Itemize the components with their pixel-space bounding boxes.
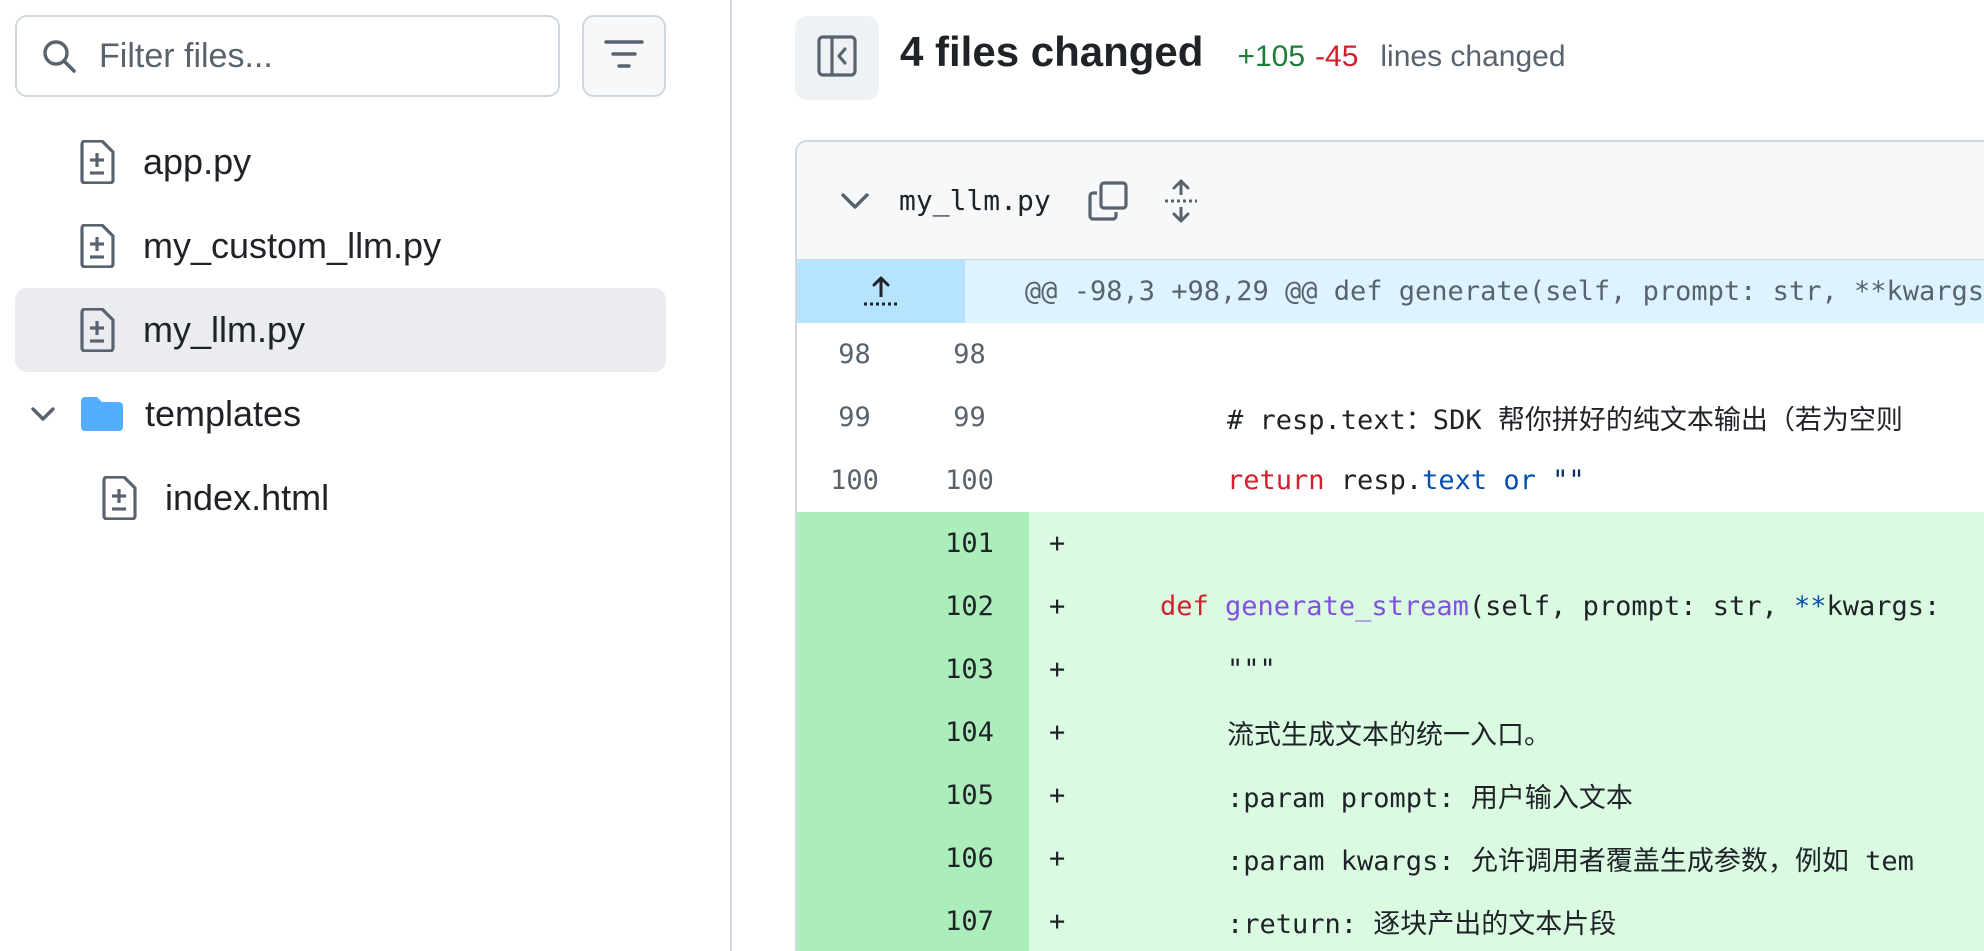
- new-line-number[interactable]: 105: [912, 780, 1027, 811]
- diff-sign: +: [1049, 717, 1066, 748]
- diff-line-context: 100 100 return resp.text or "": [797, 449, 1984, 512]
- new-line-number[interactable]: 101: [912, 528, 1027, 559]
- code-keyword-or: or: [1487, 465, 1553, 496]
- diff-filename[interactable]: my_llm.py: [899, 184, 1051, 217]
- expand-all-button[interactable]: [1161, 178, 1201, 224]
- code-params: (self, prompt: str,: [1468, 591, 1794, 622]
- diff-line-added: 106 + :param kwargs: 允许调用者覆盖生成参数，例如 tem: [797, 827, 1984, 890]
- diff-sign: +: [1049, 780, 1066, 811]
- additions-count: +105: [1237, 40, 1306, 73]
- diff-sign: +: [1049, 591, 1066, 622]
- file-diff-icon: [99, 475, 139, 521]
- hunk-header-text: @@ -98,3 +98,29 @@ def generate(self, pr…: [1024, 276, 1984, 307]
- folder-icon: [79, 394, 125, 434]
- new-line-number[interactable]: 104: [912, 717, 1027, 748]
- new-line-number[interactable]: 99: [912, 402, 1027, 433]
- diff-line-added: 101 +: [797, 512, 1984, 575]
- code-keyword: return: [1227, 465, 1325, 496]
- file-diff-panel: my_llm.py @@ -98,3 +98,29 @@ def generat…: [795, 140, 1984, 951]
- old-line-number[interactable]: 99: [797, 402, 912, 433]
- diff-line-added: 105 + :param prompt: 用户输入文本: [797, 764, 1984, 827]
- diff-line-added: 103 + """: [797, 638, 1984, 701]
- diff-line-added: 104 + 流式生成文本的统一入口。: [797, 701, 1984, 764]
- filter-options-button[interactable]: [582, 15, 666, 97]
- code-docstring: 流式生成文本的统一入口。: [1227, 720, 1551, 751]
- deletions-count: -45: [1315, 40, 1359, 73]
- collapse-file-button[interactable]: [837, 183, 873, 219]
- tree-item-my-llm-py[interactable]: my_llm.py: [15, 288, 666, 372]
- chevron-down-icon: [841, 192, 869, 209]
- sidebar-toggle-icon: [816, 34, 858, 83]
- code-identifier: resp.: [1324, 465, 1423, 496]
- tree-item-index-html[interactable]: index.html: [15, 456, 666, 540]
- code-comment: # resp.text：SDK 帮你拼好的纯文本输出（若为空则: [1227, 405, 1903, 436]
- tree-item-label: app.py: [143, 141, 252, 182]
- search-icon: [39, 36, 79, 76]
- diff-sign: +: [1049, 654, 1066, 685]
- tree-item-templates-folder[interactable]: templates: [15, 372, 666, 456]
- code-params-rest: kwargs:: [1826, 591, 1941, 622]
- code-line: def generate_stream(self, prompt: str, *…: [1087, 591, 1940, 622]
- new-line-number[interactable]: 103: [912, 654, 1027, 685]
- new-line-number[interactable]: 98: [912, 339, 1027, 370]
- files-changed-count: 4 files changed: [900, 28, 1204, 75]
- file-diff-icon: [77, 223, 117, 269]
- diff-line-added: 102 + def generate_stream(self, prompt: …: [797, 575, 1984, 638]
- diff-line-added: 107 + :return: 逐块产出的文本片段: [797, 890, 1984, 951]
- tree-item-label: templates: [145, 393, 302, 434]
- chevron-down-icon[interactable]: [23, 394, 63, 434]
- file-diff-icon: [77, 307, 117, 353]
- filter-files-box[interactable]: [15, 15, 560, 97]
- code-attribute: text: [1422, 465, 1488, 496]
- new-line-number[interactable]: 102: [912, 591, 1027, 622]
- diff-line-context: 99 99 # resp.text：SDK 帮你拼好的纯文本输出（若为空则: [797, 386, 1984, 449]
- diff-sign: +: [1049, 906, 1066, 937]
- expand-up-button[interactable]: [797, 260, 965, 323]
- tree-item-label: my_custom_llm.py: [143, 225, 442, 266]
- code-line: return resp.text or "": [1087, 465, 1585, 496]
- new-line-number[interactable]: 107: [912, 906, 1027, 937]
- file-diff-icon: [77, 139, 117, 185]
- expand-up-icon: [863, 276, 898, 305]
- code-string: "": [1552, 465, 1585, 496]
- code-docstring: :param kwargs: 允许调用者覆盖生成参数，例如 tem: [1227, 846, 1914, 877]
- filter-files-input[interactable]: [99, 36, 539, 76]
- toggle-file-tree-button[interactable]: [795, 16, 879, 100]
- sidebar-divider[interactable]: [730, 0, 732, 951]
- code-operator: **: [1793, 591, 1827, 622]
- hunk-header-row: @@ -98,3 +98,29 @@ def generate(self, pr…: [797, 260, 1984, 323]
- code-docstring: :return: 逐块产出的文本片段: [1227, 909, 1617, 940]
- tree-item-app-py[interactable]: app.py: [15, 120, 666, 204]
- code-keyword: def: [1160, 591, 1226, 622]
- new-line-number[interactable]: 100: [912, 465, 1027, 496]
- old-line-number[interactable]: 100: [797, 465, 912, 496]
- filter-lines-icon: [603, 37, 645, 76]
- code-function-name: generate_stream: [1225, 591, 1469, 622]
- diff-sign: +: [1049, 843, 1066, 874]
- diff-sign: +: [1049, 528, 1066, 559]
- tree-item-label: my_llm.py: [143, 309, 306, 350]
- file-diff-header: my_llm.py: [797, 142, 1984, 260]
- code-docstring: :param prompt: 用户输入文本: [1227, 783, 1633, 814]
- new-line-number[interactable]: 106: [912, 843, 1027, 874]
- tree-item-label: index.html: [165, 477, 330, 518]
- tree-item-my-custom-llm-py[interactable]: my_custom_llm.py: [15, 204, 666, 288]
- lines-changed-label: lines changed: [1380, 40, 1566, 73]
- code-docstring: """: [1227, 654, 1276, 685]
- old-line-number[interactable]: 98: [797, 339, 912, 370]
- file-tree-sidebar: app.py my_custom_llm.py my_llm.py templa…: [0, 0, 730, 951]
- copy-icon: [1088, 180, 1128, 221]
- copy-path-button[interactable]: [1085, 178, 1131, 224]
- expand-vertical-icon: [1164, 179, 1197, 222]
- diff-line-context: 98 98: [797, 323, 1984, 386]
- diff-summary: 4 files changed +105 -45 lines changed: [900, 28, 1566, 90]
